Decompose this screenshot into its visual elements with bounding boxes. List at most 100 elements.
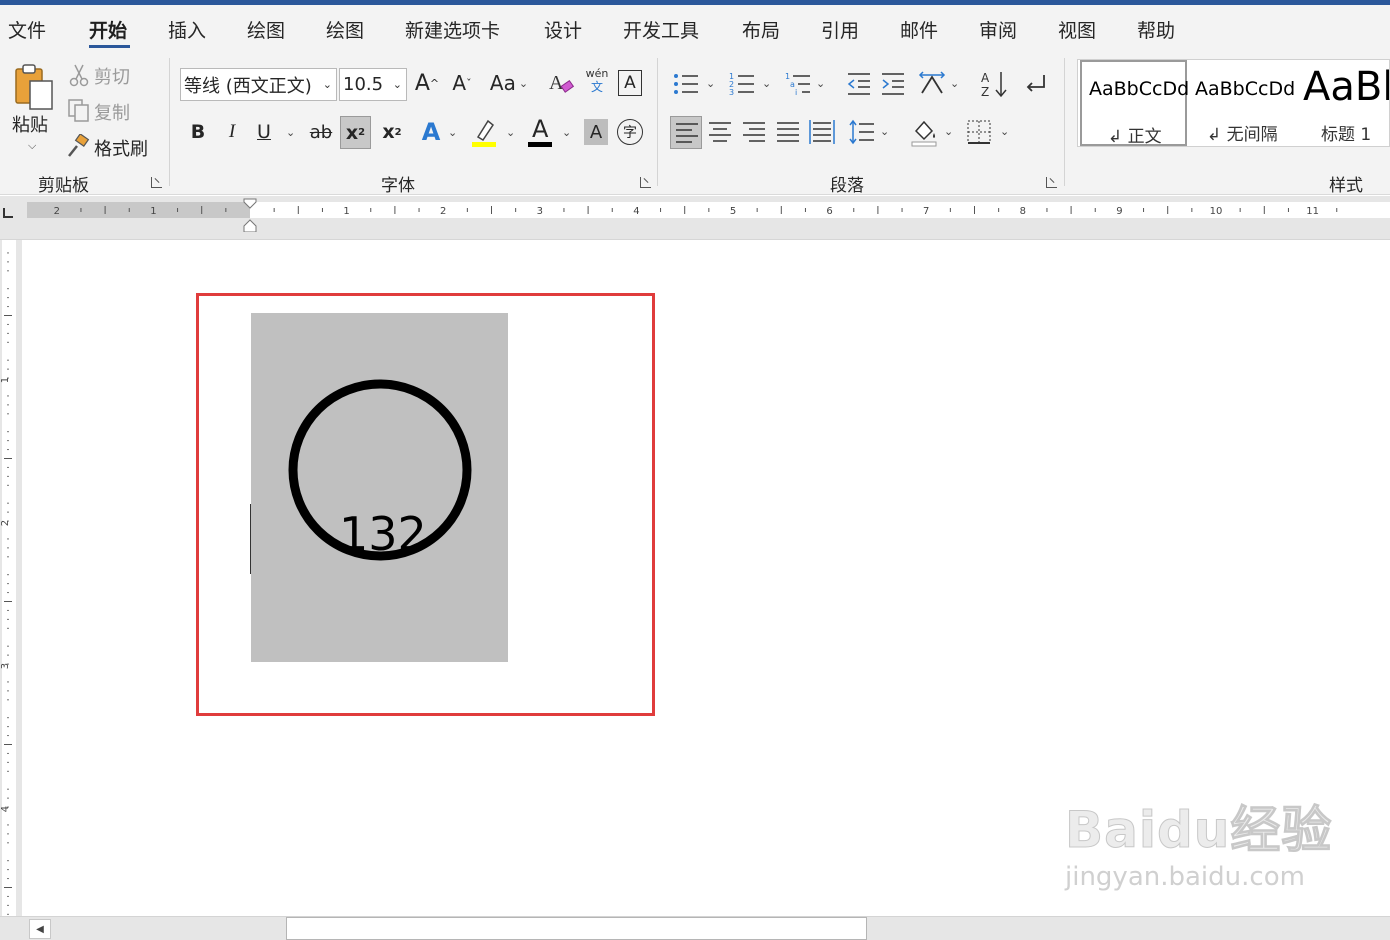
tab-file[interactable]: 文件: [8, 16, 46, 43]
bold-button[interactable]: B: [186, 117, 210, 147]
tab-help[interactable]: 帮助: [1137, 16, 1175, 43]
highlight-button[interactable]: [470, 117, 498, 149]
align-center-icon: [709, 122, 731, 142]
ruler-number: 10: [1210, 206, 1223, 217]
shading-button[interactable]: ⌄: [910, 117, 956, 149]
paste-button[interactable]: 粘贴 ⌵: [8, 59, 60, 155]
align-right-button[interactable]: [740, 119, 768, 147]
underline-dropdown-icon[interactable]: ⌄: [286, 126, 295, 139]
horizontal-ruler[interactable]: 2 1 1 2 3 4 5 6 7 8 9 10 11: [0, 196, 1390, 240]
svg-text:3: 3: [729, 88, 734, 97]
vertical-ruler-number: 3: [0, 663, 11, 669]
clear-formatting-button[interactable]: A: [546, 68, 576, 98]
multilevel-list-button[interactable]: 1ai ⌄: [784, 71, 832, 99]
italic-button[interactable]: I: [220, 117, 244, 147]
style-no-spacing-name: ↲ 无间隔: [1207, 125, 1278, 145]
ruler-number: 2: [54, 206, 60, 217]
chevron-down-icon: ⌄: [706, 77, 716, 90]
text-effects-button[interactable]: A: [416, 117, 446, 147]
vertical-ruler[interactable]: 1 2 3 4: [0, 240, 22, 916]
horizontal-scrollbar[interactable]: ◀: [0, 916, 1390, 940]
font-color-dropdown-icon[interactable]: ⌄: [562, 126, 571, 139]
copy-icon: [68, 99, 89, 122]
change-case-label: Aa: [489, 71, 516, 95]
change-case-button[interactable]: Aa ⌄: [486, 68, 532, 98]
superscript-mark: 2: [394, 126, 402, 138]
text-cursor: [250, 504, 251, 574]
tab-review[interactable]: 审阅: [979, 16, 1017, 43]
tab-insert[interactable]: 插入: [168, 16, 206, 43]
divider: [657, 58, 658, 186]
increase-indent-button[interactable]: [880, 71, 908, 99]
grow-font-button[interactable]: A ^: [413, 68, 441, 98]
justify-button[interactable]: [774, 119, 802, 147]
borders-button[interactable]: ⌄: [966, 119, 1012, 147]
sort-button[interactable]: AZ: [980, 69, 1010, 99]
underline-button[interactable]: U: [252, 117, 276, 147]
font-color-swatch: [528, 142, 552, 147]
phonetic-guide-button[interactable]: wén 文: [584, 67, 610, 99]
svg-text:i: i: [795, 88, 797, 97]
ruler-number: 4: [633, 206, 639, 217]
text-effects-dropdown-icon[interactable]: ⌄: [448, 126, 457, 139]
ribbon-tab-bar: 文件 开始 插入 绘图 绘图 新建选项卡 设计 开发工具 布局 引用 邮件 审阅…: [0, 5, 1390, 53]
style-no-spacing[interactable]: AaBbCcDd ↲ 无间隔: [1189, 60, 1297, 146]
paste-dropdown-icon[interactable]: ⌵: [28, 139, 36, 153]
tab-references[interactable]: 引用: [821, 16, 859, 43]
borders-icon: [967, 120, 991, 144]
numbering-button[interactable]: 123 ⌄: [728, 71, 776, 99]
character-shading-button[interactable]: A: [584, 119, 608, 145]
scrollbar-thumb[interactable]: [286, 917, 867, 940]
align-left-button[interactable]: [670, 116, 702, 149]
tab-draw-2[interactable]: 绘图: [326, 16, 364, 43]
font-size-value: 10.5: [343, 74, 384, 95]
divider: [169, 58, 170, 186]
highlight-dropdown-icon[interactable]: ⌄: [506, 126, 515, 139]
clipboard-launcher-icon[interactable]: [151, 177, 162, 188]
tab-draw[interactable]: 绘图: [247, 16, 285, 43]
svg-text:Z: Z: [981, 85, 989, 99]
watermark-url-text: jingyan.baidu.com: [1065, 862, 1305, 892]
decrease-indent-button[interactable]: [846, 71, 874, 99]
font-name-select[interactable]: 等线 (西文正文) ⌄: [180, 68, 337, 101]
tab-developer[interactable]: 开发工具: [623, 16, 699, 43]
tab-view[interactable]: 视图: [1058, 16, 1096, 43]
phonetic-top: wén: [585, 67, 609, 80]
cut-button[interactable]: 剪切: [66, 61, 156, 89]
font-color-button[interactable]: A: [526, 115, 554, 149]
bullets-button[interactable]: ⌄: [672, 71, 720, 99]
format-painter-button[interactable]: 格式刷: [66, 133, 156, 161]
tab-mailings[interactable]: 邮件: [900, 16, 938, 43]
subscript-button[interactable]: x2: [340, 116, 371, 149]
align-center-button[interactable]: [706, 119, 734, 147]
chevron-down-icon: ⌄: [816, 77, 826, 90]
character-border-button[interactable]: A: [618, 70, 642, 96]
shrink-font-button[interactable]: Aˇ: [448, 68, 476, 98]
style-normal[interactable]: AaBbCcDd ↲ 正文: [1080, 60, 1189, 147]
ruler-number: 5: [730, 206, 736, 217]
ruler-number: 2: [440, 206, 446, 217]
tab-layout[interactable]: 布局: [742, 16, 780, 43]
show-marks-button[interactable]: [1022, 71, 1052, 99]
vertical-ruler-number: 2: [0, 520, 11, 526]
font-launcher-icon[interactable]: [640, 177, 651, 188]
style-heading-1[interactable]: AaBl 标题 1: [1299, 60, 1389, 146]
tab-home[interactable]: 开始: [89, 16, 127, 43]
tab-new-tab[interactable]: 新建选项卡: [405, 16, 500, 43]
paragraph-launcher-icon[interactable]: [1046, 177, 1057, 188]
sort-icon: AZ: [981, 71, 1007, 99]
superscript-button[interactable]: x2: [378, 117, 406, 147]
indent-marker-icon[interactable]: [243, 198, 257, 232]
enclose-characters-button[interactable]: 字: [617, 119, 643, 145]
line-spacing-button[interactable]: ⌄: [848, 119, 894, 147]
copy-button[interactable]: 复制: [66, 97, 156, 125]
chinese-layout-icon: [918, 71, 946, 94]
scroll-left-icon[interactable]: ◀: [29, 919, 51, 939]
line-spacing-icon: [849, 119, 874, 145]
tab-design[interactable]: 设计: [544, 16, 582, 43]
strikethrough-button[interactable]: ab: [306, 117, 336, 147]
chinese-layout-button[interactable]: ⌄: [918, 71, 964, 99]
eraser-icon: A: [549, 72, 575, 94]
font-size-select[interactable]: 10.5 ⌄: [339, 68, 407, 101]
distributed-button[interactable]: [808, 119, 836, 147]
